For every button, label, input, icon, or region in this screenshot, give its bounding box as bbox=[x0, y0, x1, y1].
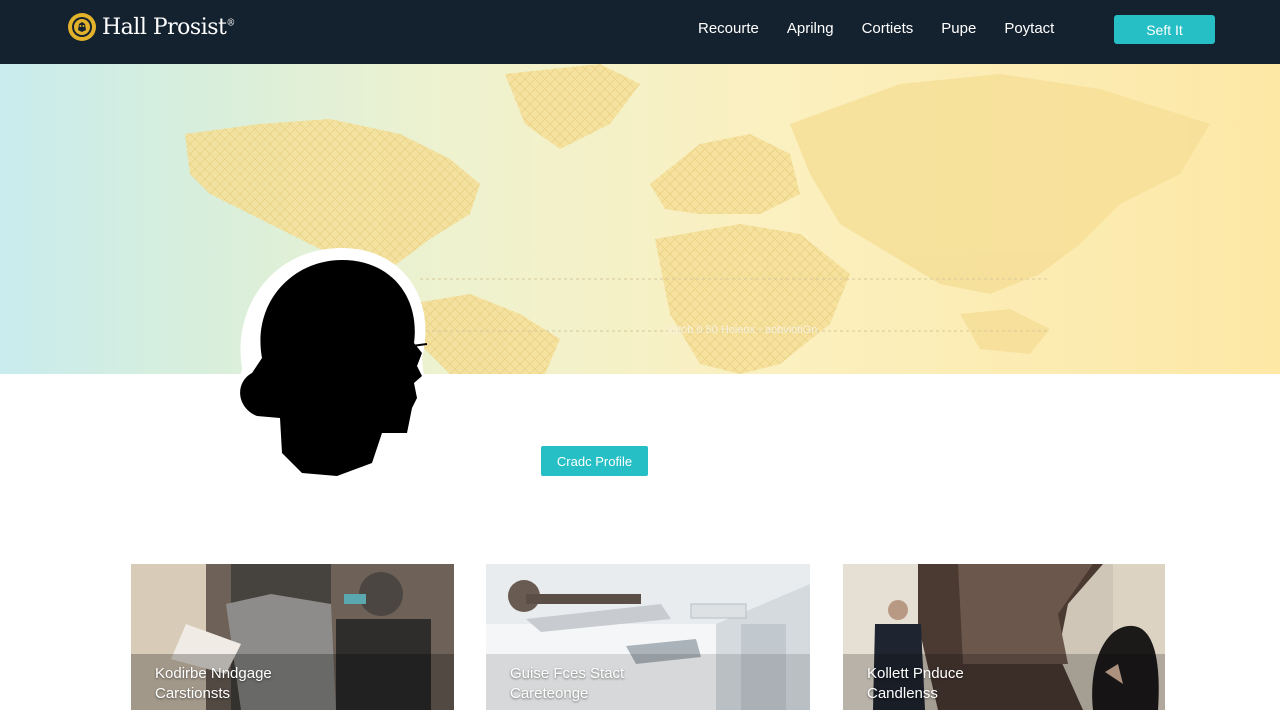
main-nav: Recourte Aprilng Cortiets Pupe Poytact bbox=[698, 20, 1054, 37]
person-silhouette-icon bbox=[222, 248, 434, 478]
nav-item-cortiets[interactable]: Cortiets bbox=[862, 20, 914, 37]
brand-name: Hall Prosist® bbox=[102, 14, 235, 40]
brand-logo-link[interactable]: Hall Prosist® bbox=[68, 13, 235, 41]
feature-card-3[interactable]: Kollett Pnduce Candlenss bbox=[843, 564, 1165, 710]
lion-crest-icon bbox=[68, 13, 96, 41]
hero-caption: isdob 0 50 Hoieox · aobviotiGn bbox=[667, 324, 818, 336]
nav-item-aprilng[interactable]: Aprilng bbox=[787, 20, 834, 37]
world-map-illustration bbox=[185, 64, 1210, 374]
nav-item-recourte[interactable]: Recourte bbox=[698, 20, 759, 37]
feature-card-2[interactable]: Guise Fces Stact Careteonge bbox=[486, 564, 810, 710]
card-1-title: Kodirbe Nndgage Carstionsts bbox=[155, 665, 272, 702]
feature-card-1[interactable]: Kodirbe Nndgage Carstionsts bbox=[131, 564, 454, 710]
header-cta-button[interactable]: Seft It bbox=[1114, 15, 1215, 44]
card-3-title: Kollett Pnduce Candlenss bbox=[867, 665, 964, 702]
card-2-title: Guise Fces Stact Careteonge bbox=[510, 665, 625, 702]
nav-item-poytact[interactable]: Poytact bbox=[1004, 20, 1054, 37]
site-header: Hall Prosist® Recourte Aprilng Cortiets … bbox=[0, 0, 1280, 64]
hero-map-banner: isdob 0 50 Hoieox · aobviotiGn bbox=[0, 64, 1280, 374]
create-profile-button[interactable]: Cradc Profile bbox=[541, 446, 648, 476]
nav-item-pupe[interactable]: Pupe bbox=[941, 20, 976, 37]
profile-avatar bbox=[222, 248, 434, 478]
